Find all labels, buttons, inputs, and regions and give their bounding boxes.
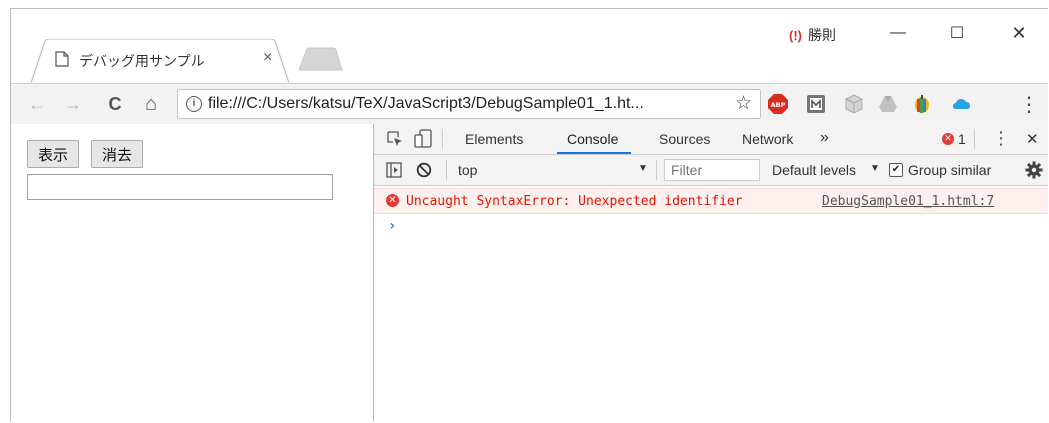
tab-elements[interactable]: Elements — [465, 131, 523, 147]
console-filter-input[interactable] — [664, 159, 760, 181]
document-icon — [55, 51, 69, 67]
levels-dropdown-icon[interactable]: ▼ — [870, 163, 880, 174]
reload-icon[interactable]: C — [103, 92, 127, 116]
browser-toolbar: ← → C ⌂ i file:///C:/Users/katsu/TeX/Jav… — [11, 83, 1048, 124]
text-input[interactable] — [27, 174, 333, 200]
context-dropdown-icon[interactable]: ▼ — [638, 163, 648, 174]
inspect-element-icon[interactable] — [386, 130, 404, 148]
tab-network[interactable]: Network — [742, 131, 793, 147]
toolbar-separator — [974, 129, 975, 149]
page-content: 表示 消去 — [11, 124, 373, 422]
browser-menu-icon[interactable]: ⋮ — [1017, 92, 1041, 116]
console-output[interactable]: ✕ Uncaught SyntaxError: Unexpected ident… — [374, 186, 1048, 422]
device-toolbar-icon[interactable] — [414, 129, 432, 149]
log-levels-dropdown[interactable]: Default levels — [772, 162, 856, 178]
toolbar-separator — [442, 129, 443, 149]
minimize-button[interactable]: — — [875, 19, 921, 47]
error-source-link[interactable]: DebugSample01_1.html:7 — [822, 194, 994, 209]
rainbow-icon[interactable] — [911, 93, 933, 115]
address-bar[interactable]: i file:///C:/Users/katsu/TeX/JavaScript3… — [177, 89, 761, 119]
info-icon[interactable]: i — [186, 96, 202, 112]
console-error-row: ✕ Uncaught SyntaxError: Unexpected ident… — [374, 188, 1048, 214]
tab-close-icon[interactable]: × — [263, 49, 272, 67]
tab-title: デバッグ用サンプル — [79, 53, 205, 69]
profile-warning[interactable]: (!) 勝則 — [789, 25, 836, 45]
devtools-panel: Elements Console Sources Network » ✕ 1 ⋮… — [374, 124, 1048, 422]
console-prompt-icon[interactable]: › — [388, 218, 396, 234]
error-icon: ✕ — [386, 194, 399, 207]
toolbar-separator — [446, 160, 447, 180]
tab-debug-sample[interactable]: デバッグ用サンプル × — [31, 39, 289, 83]
warning-icon: (!) — [789, 27, 802, 43]
group-similar-checkbox[interactable]: ✔ — [889, 163, 903, 177]
home-icon[interactable]: ⌂ — [139, 92, 163, 116]
error-badge-icon[interactable]: ✕ — [942, 133, 954, 145]
bookmark-star-icon[interactable]: ☆ — [735, 92, 752, 115]
forward-arrow-icon[interactable]: → — [61, 92, 85, 116]
error-count[interactable]: 1 — [958, 131, 966, 147]
more-tabs-icon[interactable]: » — [820, 129, 829, 147]
svg-text:ABP: ABP — [771, 101, 786, 109]
cube-icon[interactable] — [843, 93, 865, 115]
drive-icon[interactable] — [877, 93, 899, 115]
context-selector[interactable]: top — [458, 162, 477, 178]
settings-gear-icon[interactable] — [1025, 161, 1043, 179]
show-button[interactable]: 表示 — [27, 140, 79, 168]
tab-sources[interactable]: Sources — [659, 131, 710, 147]
clear-console-icon[interactable] — [416, 162, 432, 178]
devtools-tabbar: Elements Console Sources Network » ✕ 1 ⋮… — [374, 124, 1048, 155]
browser-window: デバッグ用サンプル × (!) 勝則 — ☐ ✕ ← → C ⌂ i file:… — [10, 8, 1048, 422]
console-filterbar: top ▼ Default levels ▼ ✔ Group similar — [374, 155, 1048, 186]
devtools-menu-icon[interactable]: ⋮ — [992, 128, 1010, 149]
sidebar-toggle-icon[interactable] — [386, 162, 402, 178]
error-message: Uncaught SyntaxError: Unexpected identif… — [406, 194, 743, 209]
title-bar: デバッグ用サンプル × (!) 勝則 — ☐ ✕ — [11, 9, 1048, 83]
cloud-icon[interactable] — [951, 93, 973, 115]
new-tab-button[interactable] — [297, 47, 343, 71]
tab-console[interactable]: Console — [567, 131, 618, 147]
url-text[interactable]: file:///C:/Users/katsu/TeX/JavaScript3/D… — [208, 95, 644, 113]
close-devtools-icon[interactable]: ✕ — [1026, 130, 1039, 148]
maximize-button[interactable]: ☐ — [934, 19, 980, 47]
active-tab-indicator — [557, 152, 631, 154]
toolbar-separator — [656, 160, 657, 180]
back-arrow-icon[interactable]: ← — [25, 92, 49, 116]
abp-icon[interactable]: ABP — [767, 93, 789, 115]
group-similar-label: Group similar — [908, 162, 992, 178]
m-extension-icon[interactable] — [805, 93, 827, 115]
profile-name: 勝則 — [808, 27, 836, 43]
close-window-button[interactable]: ✕ — [996, 19, 1042, 47]
clear-button[interactable]: 消去 — [91, 140, 143, 168]
